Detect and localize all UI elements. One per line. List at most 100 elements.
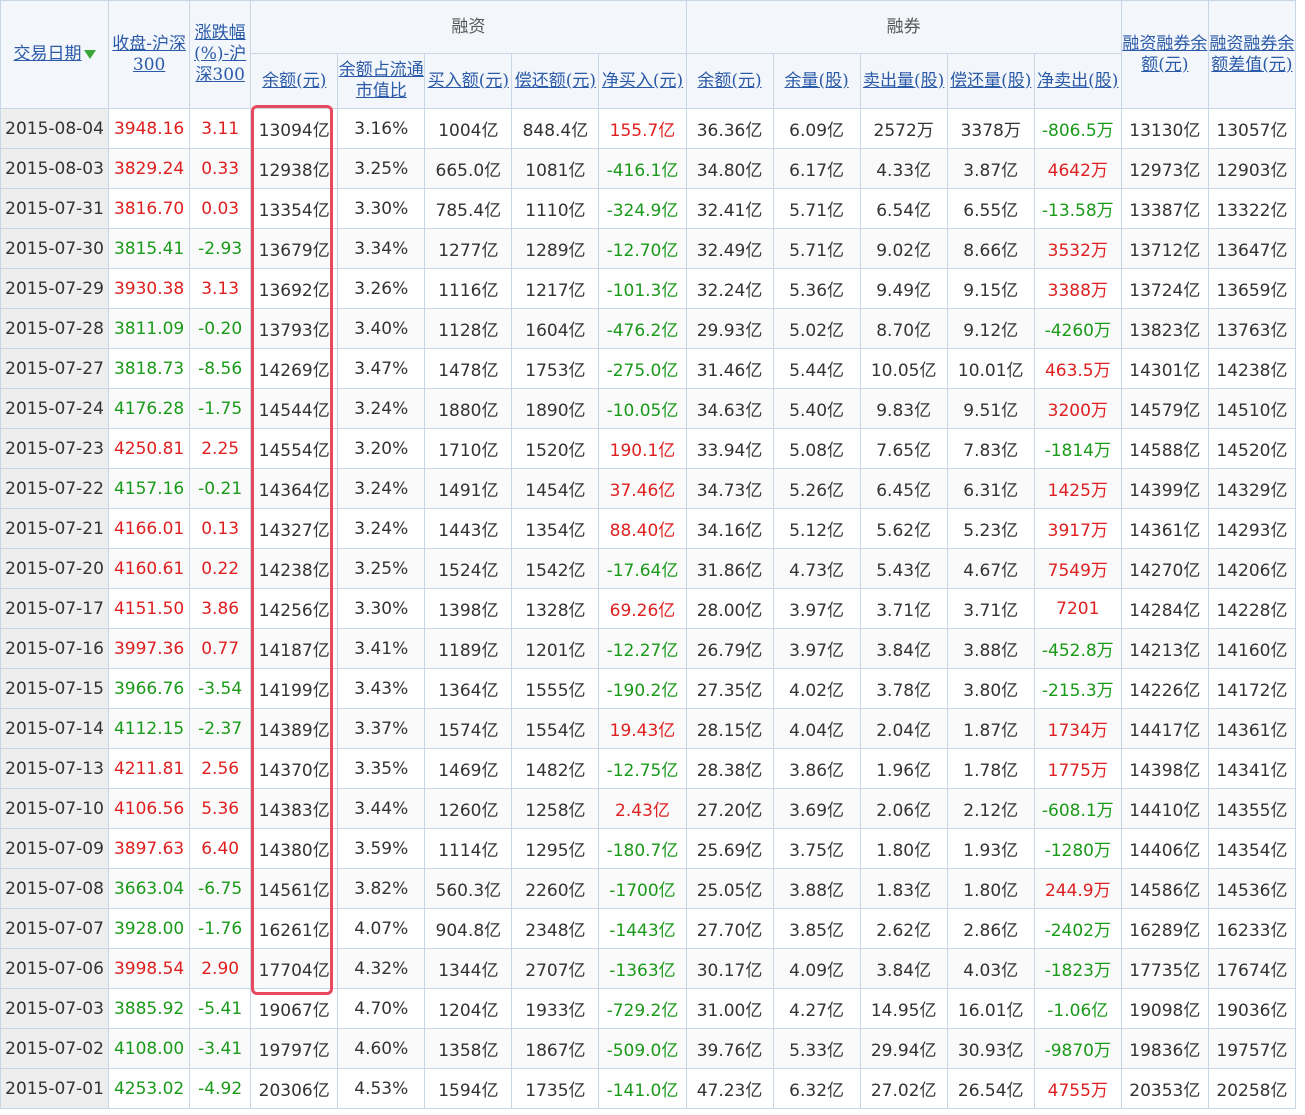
cell-date: 2015-07-03: [0, 988, 110, 1029]
header-total[interactable]: 融资融券余额(元): [1120, 0, 1209, 109]
cell-total: 14284亿: [1120, 588, 1209, 629]
header-diff-link[interactable]: 融资融券余额差值(元): [1209, 34, 1294, 75]
cell-short-balance: 26.79亿: [685, 628, 774, 669]
header-date[interactable]: 交易日期: [0, 0, 110, 109]
cell-margin-ratio: 4.07%: [337, 908, 426, 949]
cell-close: 4112.15: [108, 708, 191, 749]
cell-short-balance: 28.15亿: [685, 708, 774, 749]
header-total-link[interactable]: 融资融券余额(元): [1122, 34, 1207, 75]
cell-short-net-sell: 1775万: [1033, 748, 1122, 789]
header-change[interactable]: 涨跌幅(%)-沪深300: [189, 0, 252, 109]
cell-total: 14588亿: [1120, 428, 1209, 469]
cell-short-repay: 4.67亿: [946, 548, 1035, 589]
cell-short-balance: 27.20亿: [685, 788, 774, 829]
header-close[interactable]: 收盘-沪深300: [108, 0, 191, 109]
header-link[interactable]: 净买入(元): [602, 71, 683, 91]
table-row: 2015-07-14 4112.15 -2.37 14389亿 3.37% 1574亿 15…: [0, 708, 1297, 749]
cell-diff: 14172亿: [1207, 668, 1297, 709]
cell-short-net-sell: -2402万: [1033, 908, 1122, 949]
cell-short-balance: 29.93亿: [685, 308, 774, 349]
sort-date-link[interactable]: 交易日期: [14, 44, 82, 64]
cell-margin-ratio: 3.25%: [337, 148, 426, 189]
cell-short-volume: 3.75亿: [772, 828, 861, 869]
cell-short-sell: 9.49亿: [859, 268, 948, 309]
cell-short-balance: 27.70亿: [685, 908, 774, 949]
cell-change: 3.86: [189, 588, 252, 629]
cell-diff: 14160亿: [1207, 628, 1297, 669]
cell-change: -2.93: [189, 228, 252, 269]
cell-margin-repay: 1258亿: [511, 788, 600, 829]
cell-diff: 14354亿: [1207, 828, 1297, 869]
cell-date: 2015-07-29: [0, 268, 110, 309]
cell-margin-buy: 904.8亿: [424, 908, 513, 949]
header-close-link[interactable]: 收盘-沪深300: [112, 34, 186, 75]
header-link[interactable]: 买入额(元): [428, 71, 509, 91]
cell-margin-net-buy: -101.3亿: [598, 268, 687, 309]
cell-short-repay: 9.12亿: [946, 308, 1035, 349]
cell-margin-net-buy: -1700亿: [598, 868, 687, 909]
cell-close: 3997.36: [108, 628, 191, 669]
cell-short-balance: 32.49亿: [685, 228, 774, 269]
cell-margin-ratio: 3.59%: [337, 828, 426, 869]
header-link[interactable]: 净卖出(股): [1037, 71, 1118, 91]
cell-close: 3818.73: [108, 348, 191, 389]
cell-short-net-sell: -4260万: [1033, 308, 1122, 349]
cell-short-sell: 2.62亿: [859, 908, 948, 949]
cell-diff: 13647亿: [1207, 228, 1297, 269]
cell-margin-ratio: 3.30%: [337, 188, 426, 229]
header-change-link[interactable]: 涨跌幅(%)-沪深300: [194, 23, 246, 85]
header-short-balance: 余额(元): [685, 53, 774, 109]
header-link[interactable]: 余额(元): [262, 71, 326, 91]
cell-diff: 14361亿: [1207, 708, 1297, 749]
cell-change: 2.90: [189, 948, 252, 989]
cell-short-volume: 5.44亿: [772, 348, 861, 389]
header-diff[interactable]: 融资融券余额差值(元): [1207, 0, 1297, 109]
cell-total: 16289亿: [1120, 908, 1209, 949]
cell-short-repay: 9.51亿: [946, 388, 1035, 429]
header-link[interactable]: 余额占流通市值比: [339, 60, 424, 101]
cell-short-net-sell: -1814万: [1033, 428, 1122, 469]
cell-margin-balance: 19067亿: [250, 988, 339, 1029]
header-link[interactable]: 余量(股): [784, 71, 848, 91]
header-link[interactable]: 偿还量(股): [950, 71, 1031, 91]
cell-margin-buy: 1524亿: [424, 548, 513, 589]
cell-margin-repay: 848.4亿: [511, 108, 600, 149]
cell-margin-net-buy: -12.27亿: [598, 628, 687, 669]
cell-date: 2015-07-02: [0, 1028, 110, 1069]
cell-margin-buy: 1469亿: [424, 748, 513, 789]
cell-margin-ratio: 3.26%: [337, 268, 426, 309]
cell-diff: 19757亿: [1207, 1028, 1297, 1069]
cell-short-balance: 34.16亿: [685, 508, 774, 549]
cell-short-repay: 26.54亿: [946, 1068, 1035, 1109]
header-link[interactable]: 卖出量(股): [863, 71, 944, 91]
cell-short-repay: 3.71亿: [946, 588, 1035, 629]
cell-margin-net-buy: -1443亿: [598, 908, 687, 949]
cell-margin-ratio: 3.47%: [337, 348, 426, 389]
cell-short-net-sell: 1734万: [1033, 708, 1122, 749]
cell-short-sell: 9.83亿: [859, 388, 948, 429]
cell-total: 13712亿: [1120, 228, 1209, 269]
cell-date: 2015-07-09: [0, 828, 110, 869]
cell-short-volume: 3.69亿: [772, 788, 861, 829]
cell-close: 3816.70: [108, 188, 191, 229]
cell-short-balance: 28.38亿: [685, 748, 774, 789]
cell-short-repay: 2.86亿: [946, 908, 1035, 949]
cell-change: -8.56: [189, 348, 252, 389]
cell-total: 14417亿: [1120, 708, 1209, 749]
cell-short-sell: 9.02亿: [859, 228, 948, 269]
cell-diff: 13763亿: [1207, 308, 1297, 349]
sort-down-icon[interactable]: [83, 50, 96, 59]
cell-margin-buy: 1443亿: [424, 508, 513, 549]
header-link[interactable]: 余额(元): [697, 71, 761, 91]
cell-margin-ratio: 3.41%: [337, 628, 426, 669]
cell-short-balance: 32.41亿: [685, 188, 774, 229]
cell-short-repay: 3.87亿: [946, 148, 1035, 189]
header-link[interactable]: 偿还额(元): [515, 71, 596, 91]
cell-short-net-sell: 3388万: [1033, 268, 1122, 309]
cell-short-volume: 3.85亿: [772, 908, 861, 949]
cell-change: 3.11: [189, 108, 252, 149]
cell-change: -5.41: [189, 988, 252, 1029]
cell-date: 2015-07-15: [0, 668, 110, 709]
cell-short-volume: 5.26亿: [772, 468, 861, 509]
cell-total: 20353亿: [1120, 1068, 1209, 1109]
